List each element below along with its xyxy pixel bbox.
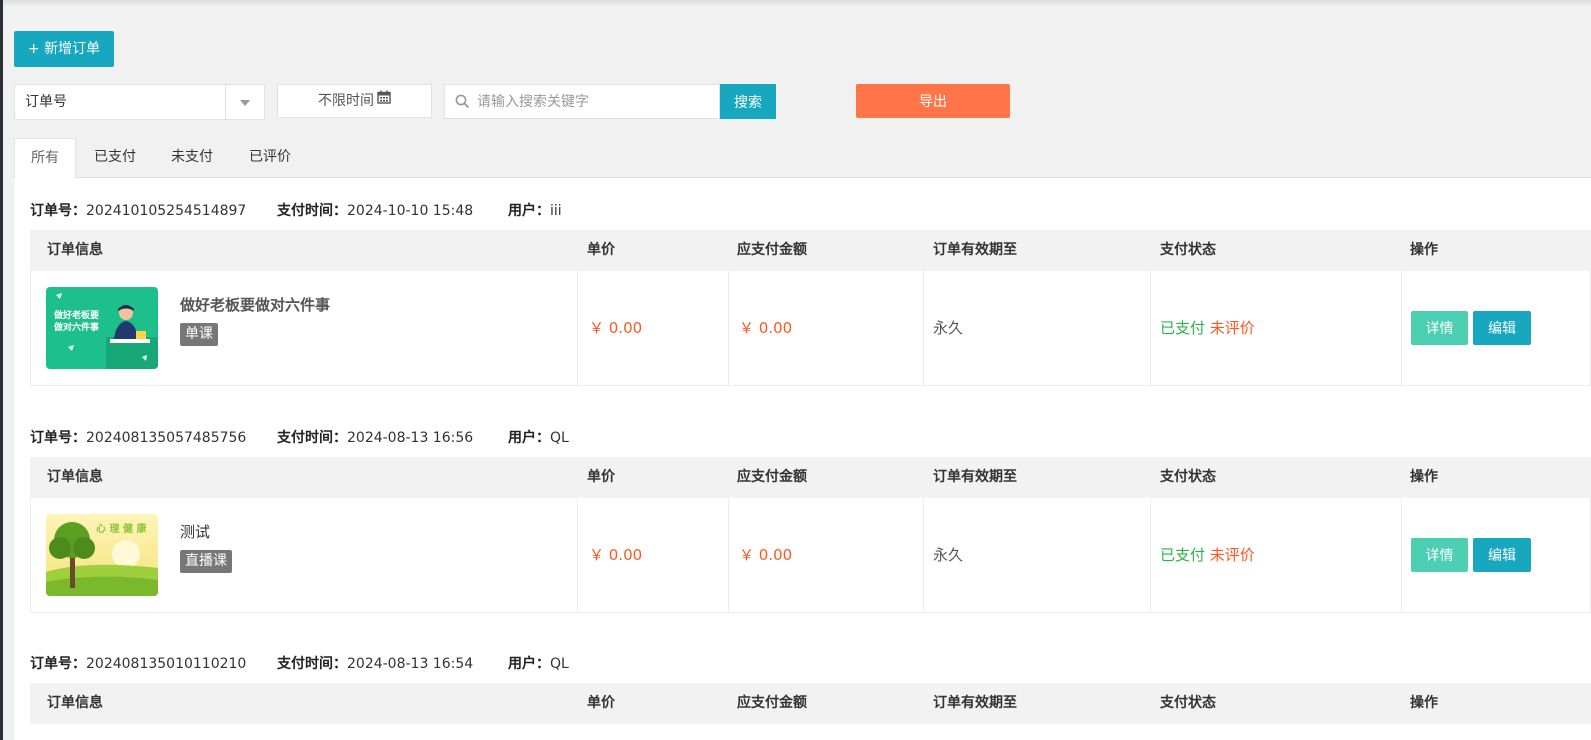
order-no: 202408135057485756: [86, 430, 247, 446]
col-valid-until: 订单有效期至: [933, 469, 1017, 485]
review-status: 未评价: [1209, 546, 1255, 564]
edit-button[interactable]: 编辑: [1473, 311, 1531, 345]
add-order-button[interactable]: + 新增订单: [14, 31, 114, 67]
search-icon: [455, 94, 470, 113]
pay-time-label: 支付时间：: [277, 203, 347, 219]
cell-divider: [728, 498, 729, 613]
pay-status: 已支付 未评价: [1160, 271, 1255, 385]
thumb-title-line1: 做好老板要: [53, 309, 99, 321]
thumb-title-line2: 做对六件事: [53, 321, 99, 333]
time-filter[interactable]: 不限时间: [277, 84, 432, 118]
cell-divider: [1401, 498, 1402, 613]
tab-all[interactable]: 所有: [14, 138, 76, 179]
col-unit-price: 单价: [587, 695, 615, 711]
search-button[interactable]: 搜索: [720, 84, 776, 119]
pay-time-label: 支付时间：: [277, 656, 347, 672]
search-input[interactable]: [477, 86, 712, 117]
table-row: 心 理 健 康 测试 直播课 ￥ 0.00 ￥ 0.00 永久 已支付 未评价 …: [30, 498, 1591, 613]
pay-time: 2024-08-13 16:56: [347, 430, 474, 446]
detail-button[interactable]: 详情: [1411, 538, 1468, 572]
cell-divider: [577, 271, 578, 386]
chevron-down-icon: [240, 100, 250, 106]
col-actions: 操作: [1410, 242, 1438, 258]
product-thumbnail[interactable]: 做好老板要 做对六件事: [46, 287, 158, 369]
col-pay-status: 支付状态: [1160, 469, 1216, 485]
col-order-info: 订单信息: [47, 469, 103, 485]
col-valid-until: 订单有效期至: [933, 695, 1017, 711]
user-name: QL: [550, 656, 569, 672]
product-type-badge: 单课: [180, 323, 218, 346]
col-actions: 操作: [1410, 695, 1438, 711]
amount-due: ￥ 0.00: [739, 319, 793, 337]
cell-divider: [1150, 271, 1151, 386]
pay-time-label: 支付时间：: [277, 430, 347, 446]
col-actions: 操作: [1410, 469, 1438, 485]
table-header: 订单信息 单价 应支付金额 订单有效期至 支付状态 操作: [30, 457, 1591, 498]
pay-status: 已支付 未评价: [1160, 498, 1255, 612]
valid-until: 永久: [933, 319, 964, 337]
col-amount-due: 应支付金额: [737, 242, 807, 258]
order-no: 202410105254514897: [86, 203, 247, 219]
order-no: 202408135010110210: [86, 656, 247, 672]
select-divider: [225, 85, 226, 119]
top-shadow: [0, 0, 1591, 6]
cell-divider: [923, 498, 924, 613]
cell-divider: [577, 498, 578, 613]
edit-button[interactable]: 编辑: [1473, 538, 1531, 572]
col-amount-due: 应支付金额: [737, 469, 807, 485]
paid-status: 已支付: [1160, 546, 1206, 564]
export-button[interactable]: 导出: [856, 84, 1010, 118]
unit-price: ￥ 0.00: [589, 546, 643, 564]
user-name: QL: [550, 430, 569, 446]
table-header: 订单信息 单价 应支付金额 订单有效期至 支付状态 操作: [30, 683, 1591, 724]
col-amount-due: 应支付金额: [737, 695, 807, 711]
pay-time: 2024-10-10 15:48: [347, 203, 474, 219]
unit-price: ￥ 0.00: [589, 319, 643, 337]
product-name[interactable]: 做好老板要做对六件事: [180, 294, 330, 315]
amount-due: ￥ 0.00: [739, 546, 793, 564]
user-label: 用户：: [508, 203, 550, 219]
time-filter-label: 不限时间: [318, 93, 374, 109]
tab-paid[interactable]: 已支付: [84, 138, 146, 178]
order-no-label: 订单号：: [30, 656, 86, 672]
left-edge: [0, 0, 3, 740]
calendar-icon: [377, 84, 391, 116]
order-no-label: 订单号：: [30, 430, 86, 446]
user-name: iii: [550, 203, 562, 219]
product-type-badge: 直播课: [180, 550, 232, 573]
valid-until: 永久: [933, 546, 964, 564]
detail-button[interactable]: 详情: [1411, 311, 1468, 345]
user-label: 用户：: [508, 430, 550, 446]
col-valid-until: 订单有效期至: [933, 242, 1017, 258]
review-status: 未评价: [1209, 319, 1255, 337]
search-box: [444, 84, 720, 119]
col-pay-status: 支付状态: [1160, 695, 1216, 711]
col-unit-price: 单价: [587, 242, 615, 258]
product-thumbnail[interactable]: 心 理 健 康: [46, 514, 158, 596]
paid-status: 已支付: [1160, 319, 1206, 337]
pay-time: 2024-08-13 16:54: [347, 656, 474, 672]
tab-unpaid[interactable]: 未支付: [161, 138, 223, 178]
col-pay-status: 支付状态: [1160, 242, 1216, 258]
col-order-info: 订单信息: [47, 695, 103, 711]
search-field-value: 订单号: [25, 94, 67, 110]
order-no-label: 订单号：: [30, 203, 86, 219]
cell-divider: [1150, 498, 1151, 613]
cell-divider: [1401, 271, 1402, 386]
col-unit-price: 单价: [587, 469, 615, 485]
tab-reviewed[interactable]: 已评价: [239, 138, 301, 178]
table-row: 做好老板要 做对六件事 做好老板要做对六件事 单课 ￥ 0.00 ￥ 0.00 …: [30, 271, 1591, 386]
product-name[interactable]: 测试: [180, 521, 210, 542]
user-label: 用户：: [508, 656, 550, 672]
col-order-info: 订单信息: [47, 242, 103, 258]
search-field-select[interactable]: 订单号: [14, 84, 265, 120]
cell-divider: [923, 271, 924, 386]
cell-divider: [728, 271, 729, 386]
thumb-title: 心 理 健 康: [96, 522, 147, 535]
table-header: 订单信息 单价 应支付金额 订单有效期至 支付状态 操作: [30, 230, 1591, 271]
